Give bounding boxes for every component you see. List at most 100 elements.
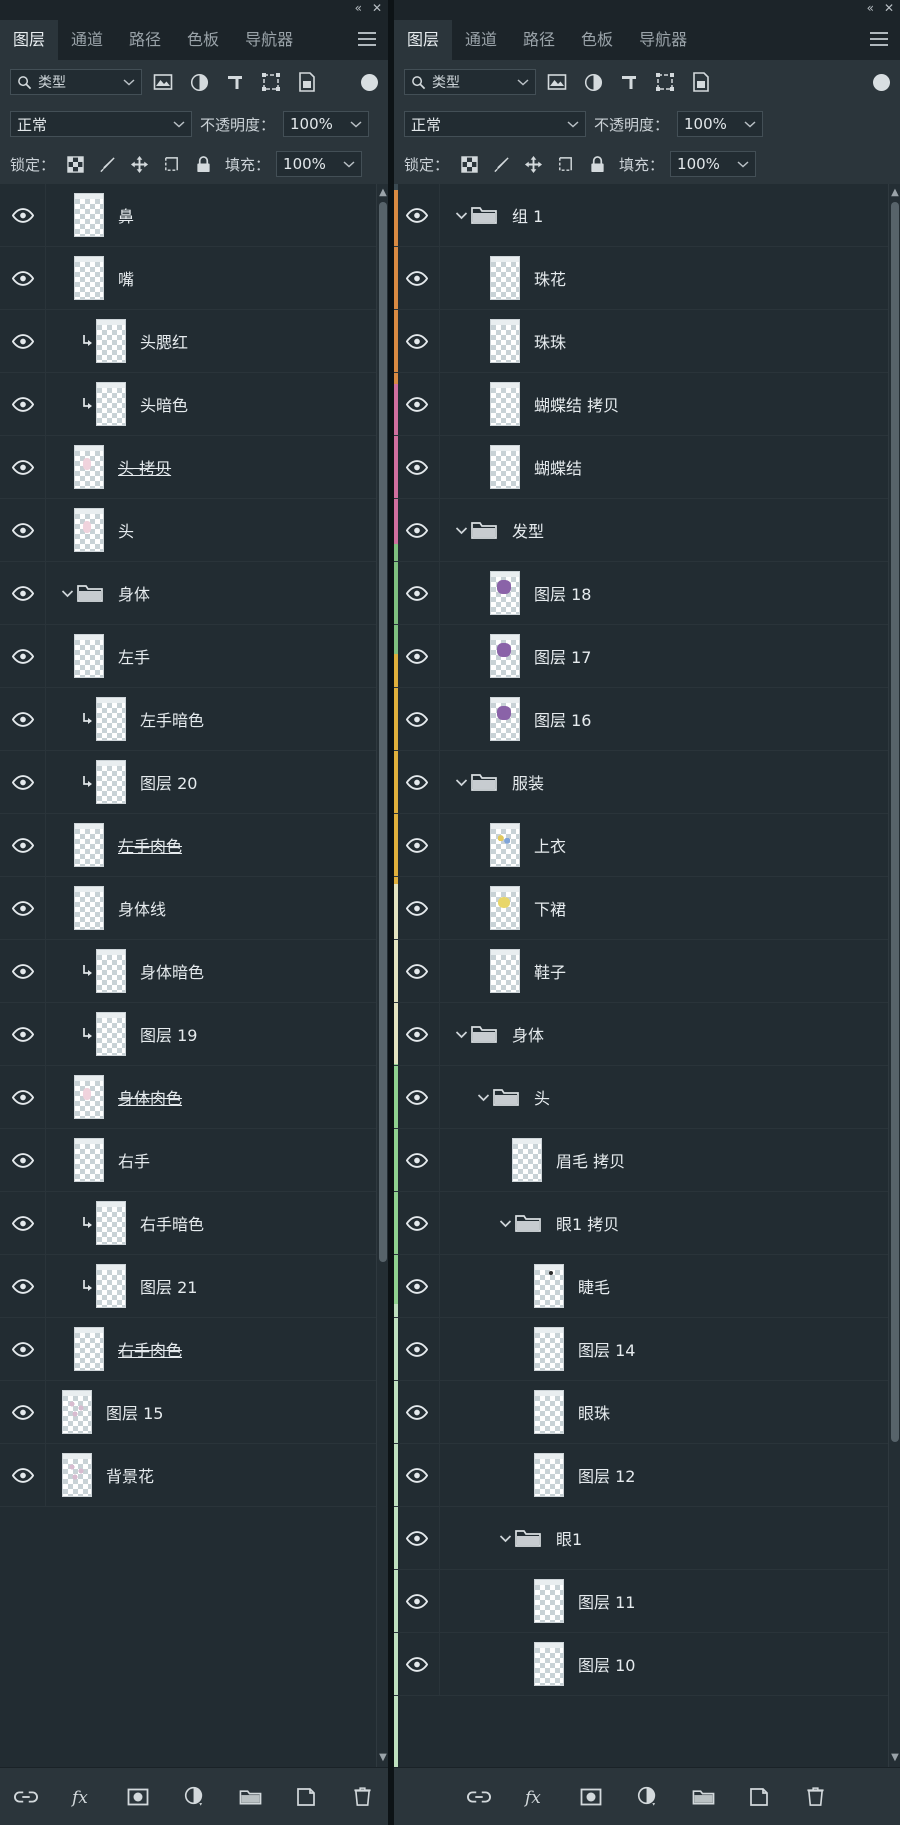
layer-visibility-eye-icon[interactable] [394, 814, 440, 876]
layer-visibility-eye-icon[interactable] [0, 688, 46, 750]
layer-thumbnail[interactable] [74, 508, 104, 552]
layer-row[interactable]: 头 [0, 499, 388, 562]
layer-row[interactable]: 图层 18 [394, 562, 900, 625]
layer-name[interactable]: 身体暗色 [140, 959, 204, 983]
scroll-up-arrow[interactable]: ▲ [889, 186, 900, 200]
layer-visibility-eye-icon[interactable] [394, 940, 440, 1002]
layer-name[interactable]: 身体肉色 [118, 1085, 182, 1109]
layer-visibility-eye-icon[interactable] [0, 562, 46, 624]
adjustment-filter-icon[interactable] [184, 67, 214, 97]
layer-visibility-eye-icon[interactable] [394, 877, 440, 939]
layer-thumbnail[interactable] [74, 1327, 104, 1371]
tab-paths[interactable]: 路径 [510, 20, 568, 60]
layer-name[interactable]: 图层 11 [578, 1589, 635, 1613]
layer-row[interactable]: 蝴蝶结 拷贝 [394, 373, 900, 436]
layer-row[interactable]: 珠珠 [394, 310, 900, 373]
delete-layer-icon[interactable] [800, 1782, 830, 1812]
close-icon[interactable]: ✕ [884, 2, 894, 14]
layer-name[interactable]: 珠珠 [534, 329, 566, 353]
vertical-scrollbar-left[interactable]: ▲ ▼ [376, 184, 388, 1767]
layer-name[interactable]: 头 [118, 518, 134, 542]
layer-name[interactable]: 图层 18 [534, 581, 591, 605]
scroll-up-arrow[interactable]: ▲ [377, 186, 388, 200]
layer-visibility-eye-icon[interactable] [394, 373, 440, 435]
layer-name[interactable]: 头 拷贝 [118, 455, 171, 479]
layer-thumbnail[interactable] [512, 1138, 542, 1182]
layer-visibility-eye-icon[interactable] [0, 1129, 46, 1191]
layer-row[interactable]: 头腮红 [0, 310, 388, 373]
layer-name[interactable]: 左手暗色 [140, 707, 204, 731]
layer-name[interactable]: 头暗色 [140, 392, 188, 416]
layer-row[interactable]: 蝴蝶结 [394, 436, 900, 499]
layer-name[interactable]: 下裙 [534, 896, 566, 920]
layer-thumbnail[interactable] [490, 445, 520, 489]
layer-row[interactable]: 图层 11 [394, 1570, 900, 1633]
layer-row[interactable]: 背景花 [0, 1444, 388, 1507]
layer-row[interactable]: 右手肉色 [0, 1318, 388, 1381]
collapse-icon[interactable]: « [355, 2, 362, 14]
layer-thumbnail[interactable] [490, 319, 520, 363]
group-expand-chevron-icon[interactable] [452, 1030, 470, 1039]
layer-row[interactable]: 眉毛 拷贝 [394, 1129, 900, 1192]
layer-name[interactable]: 身体 [512, 1022, 544, 1046]
filter-kind-select[interactable]: 类型 [404, 69, 536, 95]
layer-row[interactable]: 身体肉色 [0, 1066, 388, 1129]
layer-name[interactable]: 睫毛 [578, 1274, 610, 1298]
layer-thumbnail[interactable] [74, 1138, 104, 1182]
layer-name[interactable]: 身体 [118, 581, 150, 605]
layer-name[interactable]: 图层 12 [578, 1463, 635, 1487]
layer-group-row[interactable]: 头 [394, 1066, 900, 1129]
panel-menu-icon[interactable] [870, 32, 888, 46]
lock-artboard-icon[interactable] [157, 151, 185, 177]
layer-mask-icon[interactable] [576, 1782, 606, 1812]
collapse-icon[interactable]: « [867, 2, 874, 14]
layer-name[interactable]: 蝴蝶结 拷贝 [534, 392, 619, 416]
layer-name[interactable]: 左手肉色 [118, 833, 182, 857]
layer-name[interactable]: 图层 17 [534, 644, 591, 668]
filter-kind-select[interactable]: 类型 [10, 69, 142, 95]
scroll-down-arrow[interactable]: ▼ [889, 1751, 900, 1765]
layer-thumbnail[interactable] [490, 382, 520, 426]
smartobject-filter-icon[interactable] [686, 67, 716, 97]
layer-name[interactable]: 头 [534, 1085, 550, 1109]
layer-name[interactable]: 眼1 [556, 1526, 582, 1550]
layer-thumbnail[interactable] [490, 949, 520, 993]
layer-style-fx-icon[interactable]: fx [67, 1782, 97, 1812]
layer-visibility-eye-icon[interactable] [394, 1066, 440, 1128]
new-group-icon[interactable] [235, 1782, 265, 1812]
layer-style-fx-icon[interactable]: fx [520, 1782, 550, 1812]
layer-row[interactable]: 下裙 [394, 877, 900, 940]
link-layers-icon[interactable] [11, 1782, 41, 1812]
layer-group-row[interactable]: 眼1 拷贝 [394, 1192, 900, 1255]
layer-visibility-eye-icon[interactable] [394, 688, 440, 750]
layer-thumbnail[interactable] [74, 634, 104, 678]
layer-visibility-eye-icon[interactable] [394, 247, 440, 309]
layer-name[interactable]: 鞋子 [534, 959, 566, 983]
layer-visibility-eye-icon[interactable] [0, 751, 46, 813]
layer-thumbnail[interactable] [96, 949, 126, 993]
layer-visibility-eye-icon[interactable] [394, 751, 440, 813]
layer-thumbnail[interactable] [490, 823, 520, 867]
chevron-down-icon[interactable] [350, 120, 362, 128]
layer-visibility-eye-icon[interactable] [0, 625, 46, 687]
layer-name[interactable]: 上衣 [534, 833, 566, 857]
smartobject-filter-icon[interactable] [292, 67, 322, 97]
layer-visibility-eye-icon[interactable] [0, 1003, 46, 1065]
layer-name[interactable]: 发型 [512, 518, 544, 542]
layer-row[interactable]: 图层 19 [0, 1003, 388, 1066]
layer-row[interactable]: 头暗色 [0, 373, 388, 436]
layer-visibility-eye-icon[interactable] [0, 373, 46, 435]
group-expand-chevron-icon[interactable] [474, 1093, 492, 1102]
layer-visibility-eye-icon[interactable] [394, 562, 440, 624]
filter-enable-toggle[interactable] [873, 73, 890, 91]
tab-swatches[interactable]: 色板 [174, 20, 232, 60]
adjustment-layer-icon[interactable] [179, 1782, 209, 1812]
text-filter-icon[interactable] [220, 67, 250, 97]
layer-row[interactable]: 睫毛 [394, 1255, 900, 1318]
layer-visibility-eye-icon[interactable] [0, 814, 46, 876]
layer-list-right[interactable]: 组 1 珠花 珠珠 蝴蝶结 拷贝 蝴蝶结 发型 图层 18 图层 17 图层 16 服装 上衣 下裙鞋… [394, 184, 900, 1767]
layer-row[interactable]: 图层 20 [0, 751, 388, 814]
lock-position-icon[interactable] [125, 151, 153, 177]
layer-name[interactable]: 眼1 拷贝 [556, 1211, 619, 1235]
lock-image-icon[interactable] [487, 151, 515, 177]
